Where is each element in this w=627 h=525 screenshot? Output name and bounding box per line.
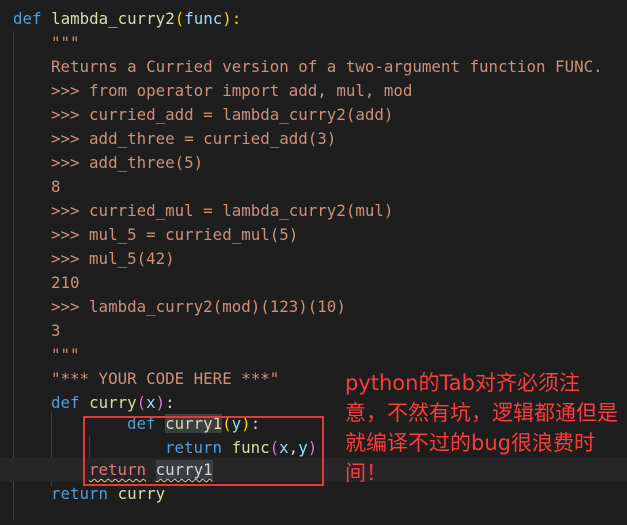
docstring-line: >>> lambda_curry2(mod)(123)(10) — [51, 297, 346, 316]
close-paren-colon: ): — [222, 9, 242, 28]
function-name: lambda_curry2 — [51, 9, 175, 28]
docstring-line: >>> mul_5(42) — [51, 249, 175, 268]
docstring-line: >>> add_three = curried_add(3) — [51, 129, 337, 148]
indent-guide — [13, 31, 14, 521]
keyword-return: return — [51, 484, 109, 503]
keyword-def: def — [51, 393, 80, 412]
param-x: x — [146, 393, 156, 412]
docstring-line: 3 — [51, 321, 61, 340]
docstring-line: >>> mul_5 = curried_mul(5) — [51, 225, 299, 244]
param-func: func — [184, 9, 223, 28]
annotation-highlight-box — [83, 416, 324, 486]
docstring-line: >>> from operator import add, mul, mod — [51, 81, 413, 100]
open-paren: ( — [174, 9, 185, 28]
open-paren: ( — [136, 393, 147, 412]
docstring-open: """ — [51, 33, 80, 52]
docstring-line: >>> curried_add = lambda_curry2(add) — [51, 105, 394, 124]
docstring-line: 210 — [51, 273, 80, 292]
docstring-line: >>> add_three(5) — [51, 153, 204, 172]
keyword-def: def — [13, 9, 42, 28]
placeholder-string: "*** YOUR CODE HERE ***" — [51, 369, 280, 388]
docstring-line: 8 — [51, 177, 61, 196]
return-value-curry: curry — [117, 484, 166, 503]
docstring-close: """ — [51, 345, 80, 364]
docstring-line: Returns a Curried version of a two-argum… — [51, 57, 603, 76]
docstring-line: >>> curried_mul = lambda_curry2(mul) — [51, 201, 394, 220]
close-paren: ) — [155, 393, 166, 412]
function-name-curry: curry — [89, 393, 137, 412]
annotation-note: python的Tab对齐必须注意，不然有坑，逻辑都通但是就编译不过的bug很浪费… — [345, 371, 618, 485]
code-line-def: def lambda_curry2(func): — [13, 7, 241, 31]
code-editor[interactable]: def lambda_curry2(func): """ Returns a C… — [0, 0, 627, 525]
colon: : — [165, 393, 175, 412]
